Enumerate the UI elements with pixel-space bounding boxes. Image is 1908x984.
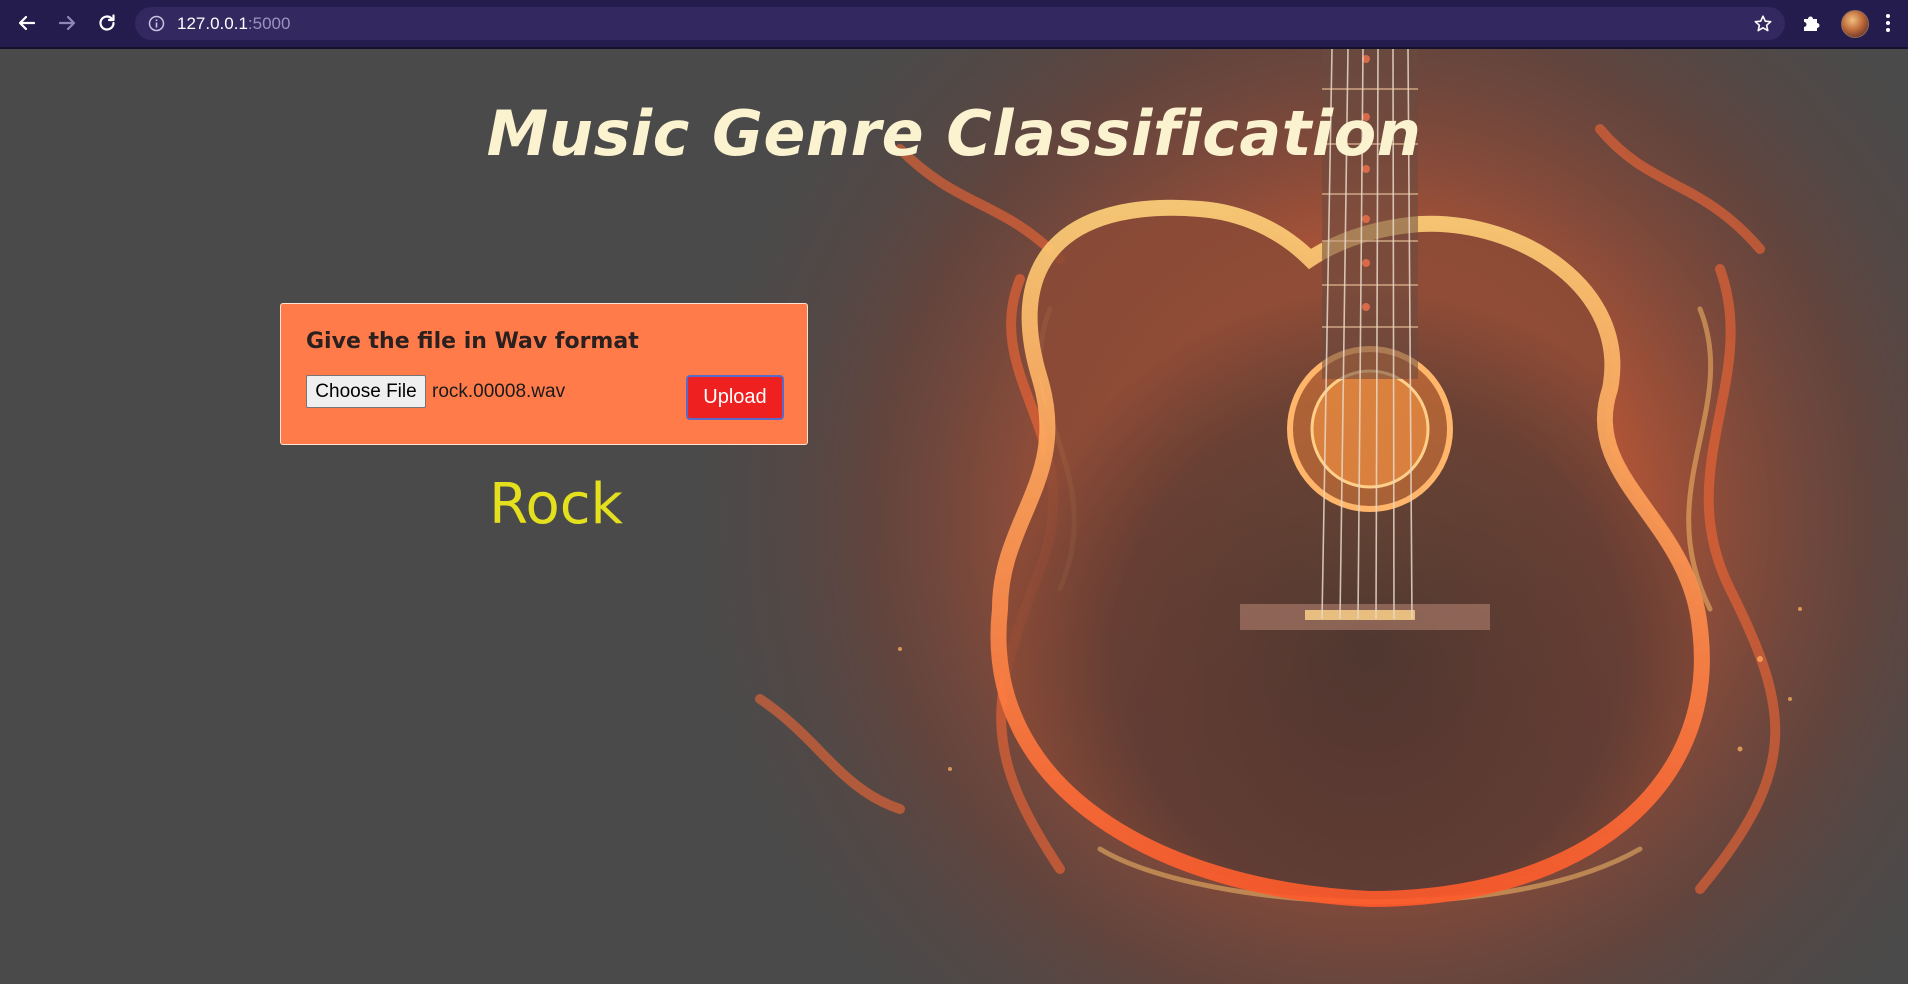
reload-icon xyxy=(99,14,115,31)
forward-button[interactable] xyxy=(53,9,81,37)
profile-avatar[interactable] xyxy=(1841,10,1869,38)
upload-form: Give the file in Wav format Choose File … xyxy=(280,303,808,445)
prediction-result: Rock xyxy=(489,472,623,537)
back-arrow-icon xyxy=(18,15,36,31)
upload-button[interactable]: Upload xyxy=(686,375,784,420)
browser-toolbar: 127.0.0.1:5000 xyxy=(0,0,1908,49)
upload-instruction: Give the file in Wav format xyxy=(306,329,639,354)
back-button[interactable] xyxy=(13,9,41,37)
url-port: :5000 xyxy=(247,14,291,33)
info-icon[interactable] xyxy=(148,15,165,32)
menu-dots-icon[interactable] xyxy=(1885,13,1891,33)
url-host: 127.0.0.1 xyxy=(177,14,248,33)
extensions-puzzle-icon[interactable] xyxy=(1801,11,1823,33)
address-bar[interactable]: 127.0.0.1:5000 xyxy=(135,7,1785,40)
reload-button[interactable] xyxy=(93,9,121,37)
bookmark-star-icon[interactable] xyxy=(1753,14,1773,34)
page-title: Music Genre Classification xyxy=(486,97,1422,170)
choose-file-button[interactable]: Choose File xyxy=(306,375,426,408)
selected-file-name: rock.00008.wav xyxy=(432,381,566,402)
page-viewport: Music Genre Classification Give the file… xyxy=(0,49,1908,984)
forward-arrow-icon xyxy=(58,15,76,31)
url-text[interactable]: 127.0.0.1:5000 xyxy=(177,14,290,34)
